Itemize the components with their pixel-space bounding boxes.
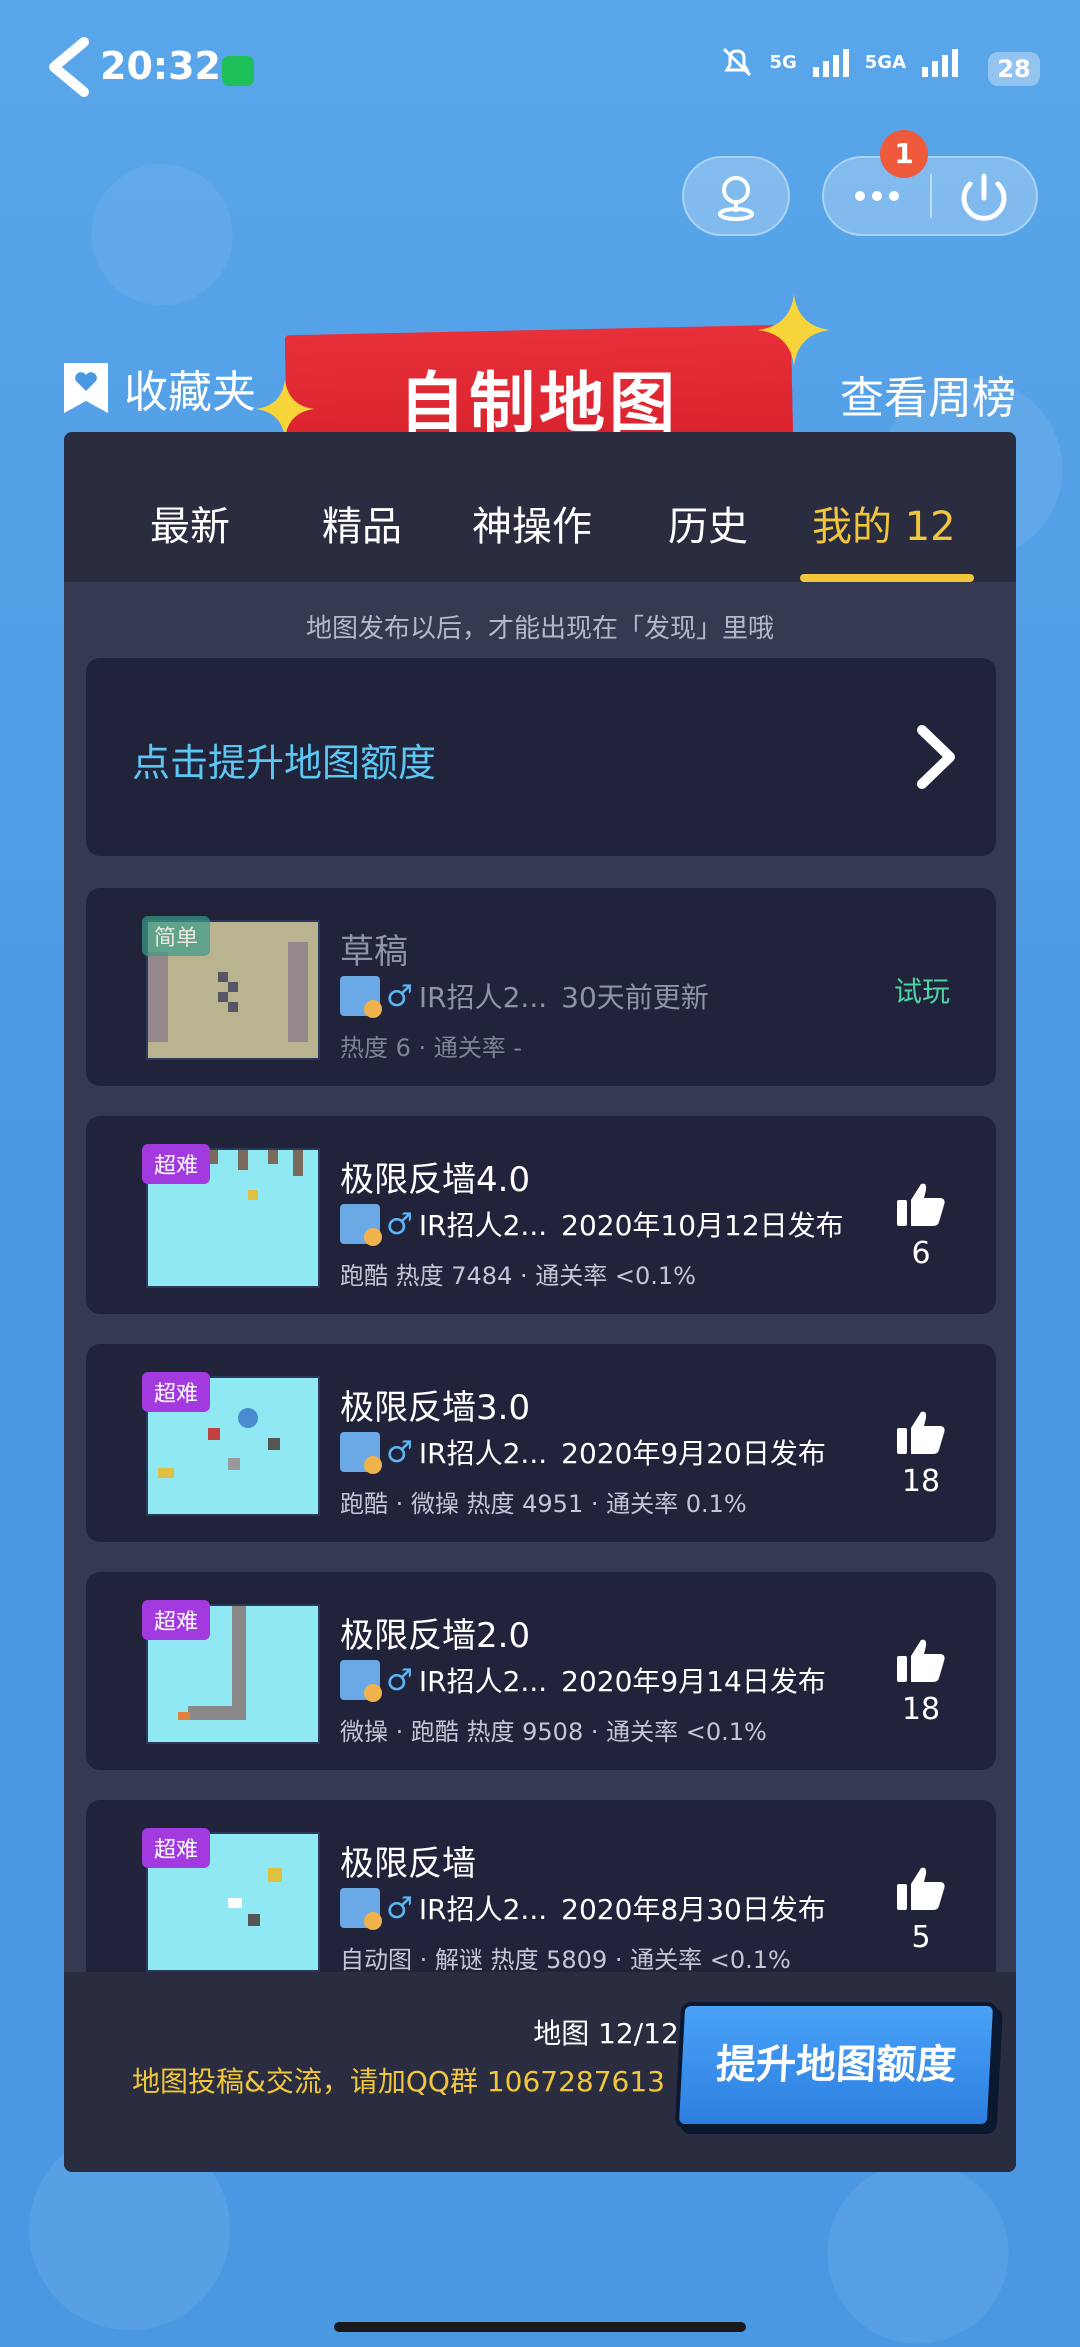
status-icons: 5G 5GA [719,44,960,80]
map-quota: 地图 12/12 [533,2017,679,2050]
battery-indicator: 28 [988,52,1040,86]
status-time: 20:32 [100,44,221,88]
difficulty-tag: 超难 [142,1600,211,1640]
map-date: 30天前更新 [561,981,709,1014]
like-count: 5 [911,1920,931,1955]
difficulty-tag: 超难 [142,1828,211,1868]
weekly-ranking-link[interactable]: 查看周榜 [840,362,1016,426]
author-row: ♂ IR招人2... 2020年9月20日发布 [340,1432,826,1474]
like-button[interactable]: 5 [892,1864,950,1955]
author-name: IR招人2... [418,981,548,1014]
qq-group-notice: 地图投稿&交流，请加QQ群 1067287613 [132,2065,665,2098]
tab-god-moves[interactable]: 神操作 [472,494,592,552]
trial-play-button[interactable]: 试玩 [894,970,950,1010]
back-chevron-icon[interactable] [40,36,96,98]
capsule-menu [822,156,1038,236]
avatar [340,1888,382,1930]
author-row: ♂ IR招人2... 2020年8月30日发布 [340,1888,826,1930]
like-button[interactable]: 18 [892,1408,950,1499]
map-card[interactable]: 超难 极限反墙2.0 ♂ IR招人2... 2020年9月14日发布 微操 · … [86,1572,996,1770]
author-name: IR招人2... [418,1665,548,1698]
map-title: 极限反墙4.0 [340,1160,531,1200]
like-count: 6 [911,1236,931,1271]
like-count: 18 [901,1464,941,1499]
wechat-icon [222,56,254,86]
favorites-label: 收藏夹 [124,367,256,418]
map-card[interactable]: 超难 极限反墙 ♂ IR招人2... 2020年8月30日发布 自动图 · 解谜… [86,1800,996,1998]
map-title: 极限反墙2.0 [340,1616,531,1656]
map-title: 极限反墙 [340,1844,476,1884]
sparkle-star-icon [758,294,830,366]
thumbs-up-icon [897,1867,945,1910]
tab-history[interactable]: 历史 [668,494,748,552]
avatar [340,1432,382,1474]
male-icon: ♂ [386,1662,413,1698]
notification-badge: 1 [880,130,928,178]
bottom-bar: 地图 12/12 地图投稿&交流，请加QQ群 1067287613 提升地图额度 [64,1972,1016,2172]
map-card-draft[interactable]: 简单 草稿 ♂ IR招人2... 30天前更新 热度 6 · 通关率 - 试玩 [86,888,996,1086]
boost-quota-button[interactable]: 提升地图额度 [674,2002,998,2128]
active-tab-indicator [800,574,974,582]
avatar [340,1660,382,1702]
map-card[interactable]: 超难 极限反墙3.0 ♂ IR招人2... 2020年9月20日发布 跑酷 · … [86,1344,996,1542]
author-name: IR招人2... [418,1437,548,1470]
publish-notice: 地图发布以后，才能出现在「发现」里哦 [305,614,774,644]
map-stats: 跑酷 热度 7484 · 通关率 <0.1% [340,1262,696,1290]
location-pin-icon [718,176,754,221]
author-row: ♂ IR招人2... 30天前更新 [340,976,709,1018]
male-icon: ♂ [386,1206,413,1242]
male-icon: ♂ [386,978,413,1014]
map-panel: 最新 精品 神操作 历史 我的 12 地图发布以后，才能出现在「发现」里哦 点击… [64,432,1016,2172]
like-button[interactable]: 18 [892,1636,950,1727]
map-stats: 跑酷 · 微操 热度 4951 · 通关率 0.1% [340,1490,747,1518]
difficulty-tag: 超难 [142,1144,211,1184]
map-stats: 微操 · 跑酷 热度 9508 · 通关率 <0.1% [340,1718,767,1746]
tab-featured[interactable]: 精品 [322,494,402,552]
difficulty-tag: 超难 [142,1372,211,1412]
network-5ga-label: 5GA [864,51,906,73]
boost-quota-label: 点击提升地图额度 [132,741,437,785]
map-stats: 热度 6 · 通关率 - [340,1034,523,1062]
sparkle-star-icon [255,379,315,439]
map-card[interactable]: 超难 极限反墙4.0 ♂ IR招人2... 2020年10月12日发布 跑酷 热… [86,1116,996,1314]
bookmark-heart-icon [64,363,108,413]
signal-icon [922,49,958,77]
tab-bar: 最新 精品 神操作 历史 我的 12 [64,432,1016,582]
status-bar: 20:32 5G 5GA 28 [0,0,1080,140]
location-button[interactable] [682,156,790,236]
difficulty-tag: 简单 [142,916,211,956]
male-icon: ♂ [386,1434,413,1470]
author-name: IR招人2... [418,1893,548,1926]
favorites-link[interactable]: 收藏夹 [62,356,256,420]
tab-latest[interactable]: 最新 [150,494,230,552]
map-date: 2020年9月14日发布 [561,1665,826,1698]
avatar [340,976,382,1018]
author-row: ♂ IR招人2... 2020年9月14日发布 [340,1660,826,1702]
thumbs-up-icon [897,1639,945,1682]
power-icon[interactable] [932,158,1036,234]
home-indicator[interactable] [334,2322,746,2332]
chevron-right-icon [917,725,955,789]
map-title: 草稿 [340,932,408,972]
mute-icon [723,47,752,77]
author-row: ♂ IR招人2... 2020年10月12日发布 [340,1204,844,1246]
male-icon: ♂ [386,1890,413,1926]
thumbs-up-icon [897,1183,945,1226]
boost-quota-card[interactable]: 点击提升地图额度 [86,658,996,856]
like-count: 18 [901,1692,941,1727]
tab-mine[interactable]: 我的 12 [812,494,956,552]
map-stats: 自动图 · 解谜 热度 5809 · 通关率 <0.1% [340,1946,791,1974]
thumbs-up-icon [897,1411,945,1454]
map-date: 2020年10月12日发布 [561,1209,844,1242]
map-title: 极限反墙3.0 [340,1388,531,1428]
map-date: 2020年8月30日发布 [561,1893,826,1926]
like-button[interactable]: 6 [892,1180,950,1271]
network-5g-label: 5G [769,51,797,73]
avatar [340,1204,382,1246]
map-date: 2020年9月20日发布 [561,1437,826,1470]
author-name: IR招人2... [418,1209,548,1242]
signal-icon [812,49,849,77]
